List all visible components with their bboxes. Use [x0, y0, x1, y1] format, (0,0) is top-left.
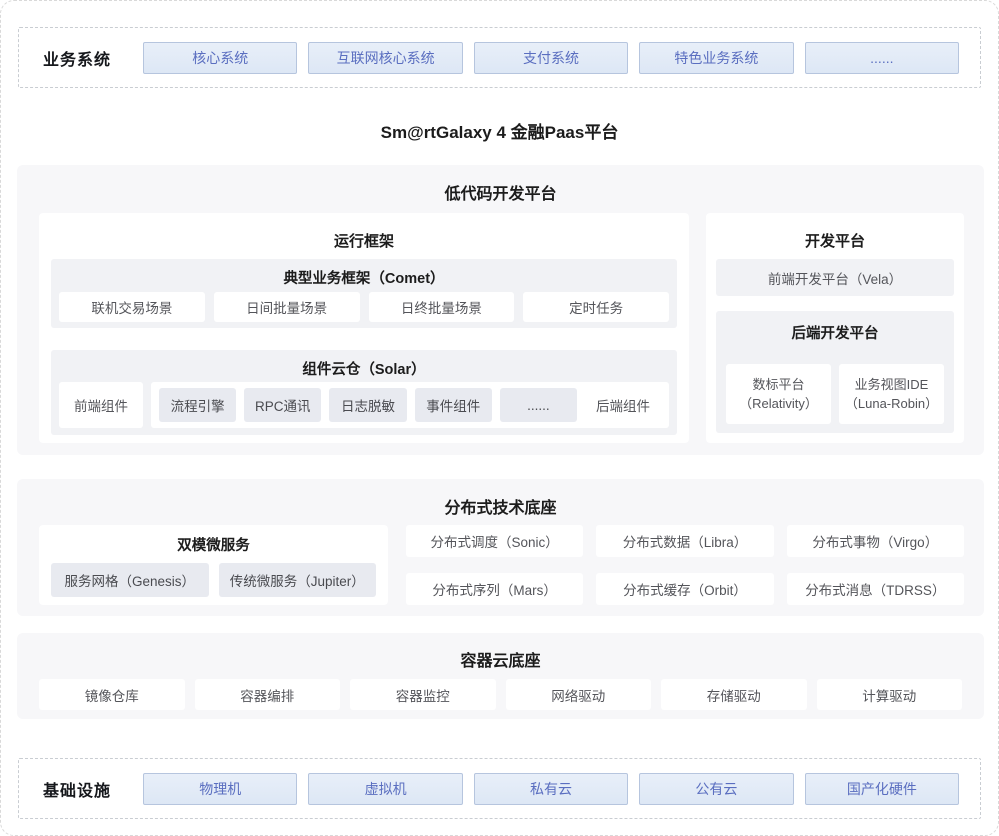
business-system-box-internet-core: 互联网核心系统 [308, 42, 462, 74]
genesis-service-mesh: 服务网格（Genesis） [51, 563, 209, 597]
runtime-framework-title: 运行框架 [39, 213, 689, 251]
business-system-box-more: ...... [805, 42, 959, 74]
storage-driver: 存储驱动 [661, 679, 807, 710]
business-system-box-special: 特色业务系统 [639, 42, 793, 74]
solar-frontend-component: 前端组件 [59, 382, 143, 428]
libra-distributed-data: 分布式数据（Libra） [596, 525, 773, 557]
comet-framework-title: 典型业务框架（Comet） [51, 259, 677, 288]
relativity-data-platform: 数标平台 （Relativity） [726, 364, 831, 424]
container-cloud-items: 镜像仓库 容器编排 容器监控 网络驱动 存储驱动 计算驱动 [39, 679, 962, 710]
business-system-box-core: 核心系统 [143, 42, 297, 74]
compute-driver: 计算驱动 [817, 679, 963, 710]
solar-backend-component: 后端组件 [585, 395, 661, 415]
infra-box-domestic-hardware: 国产化硬件 [805, 773, 959, 805]
container-orchestration: 容器编排 [195, 679, 341, 710]
backend-dev-items: 数标平台 （Relativity） 业务视图IDE （Luna-Robin） [726, 364, 944, 424]
solar-component-box: 组件云仓（Solar） 前端组件 流程引擎 RPC通讯 日志脱敏 事件组件 ..… [51, 350, 677, 435]
solar-pill-process-engine: 流程引擎 [159, 388, 236, 422]
relativity-line1: 数标平台 [752, 375, 804, 395]
comet-item-intraday-batch: 日间批量场景 [214, 292, 360, 322]
infra-box-private-cloud: 私有云 [474, 773, 628, 805]
architecture-diagram: 业务系统 核心系统 互联网核心系统 支付系统 特色业务系统 ...... Sm@… [0, 0, 999, 836]
solar-pill-rpc: RPC通讯 [244, 388, 321, 422]
luna-robin-line1: 业务视图IDE [855, 375, 929, 395]
lowcode-section: 低代码开发平台 运行框架 典型业务框架（Comet） 联机交易场景 日间批量场景… [17, 165, 984, 455]
container-monitoring: 容器监控 [350, 679, 496, 710]
business-system-box-payment: 支付系统 [474, 42, 628, 74]
mars-distributed-sequence: 分布式序列（Mars） [406, 573, 583, 605]
luna-robin-line2: （Luna-Robin） [845, 394, 938, 414]
infra-box-virtual-machine: 虚拟机 [308, 773, 462, 805]
image-registry: 镜像仓库 [39, 679, 185, 710]
comet-item-eod-batch: 日终批量场景 [369, 292, 515, 322]
solar-component-title: 组件云仓（Solar） [51, 350, 677, 379]
business-systems-boxes: 核心系统 互联网核心系统 支付系统 特色业务系统 ...... [143, 42, 980, 74]
infra-box-public-cloud: 公有云 [639, 773, 793, 805]
distributed-section: 分布式技术底座 双模微服务 服务网格（Genesis） 传统微服务（Jupite… [17, 479, 984, 616]
luna-robin-business-view-ide: 业务视图IDE （Luna-Robin） [839, 364, 944, 424]
lowcode-section-title: 低代码开发平台 [17, 165, 984, 204]
dual-mode-title: 双模微服务 [39, 525, 388, 555]
business-systems-label: 业务系统 [19, 46, 143, 70]
comet-item-scheduled-task: 定时任务 [523, 292, 669, 322]
orbit-distributed-cache: 分布式缓存（Orbit） [596, 573, 773, 605]
distributed-section-title: 分布式技术底座 [17, 479, 984, 518]
infrastructure-strip: 基础设施 物理机 虚拟机 私有云 公有云 国产化硬件 [18, 758, 981, 819]
sonic-distributed-scheduling: 分布式调度（Sonic） [406, 525, 583, 557]
jupiter-traditional-microservice: 传统微服务（Jupiter） [219, 563, 377, 597]
dev-platform-title: 开发平台 [706, 213, 964, 251]
relativity-line2: （Relativity） [739, 394, 818, 414]
solar-pill-event-component: 事件组件 [415, 388, 492, 422]
backend-dev-box: 后端开发平台 数标平台 （Relativity） 业务视图IDE （Luna-R… [716, 311, 954, 433]
comet-item-online-trade: 联机交易场景 [59, 292, 205, 322]
business-systems-strip: 业务系统 核心系统 互联网核心系统 支付系统 特色业务系统 ...... [18, 27, 981, 88]
solar-pill-more: ...... [500, 388, 577, 422]
infrastructure-label: 基础设施 [19, 777, 143, 801]
dual-mode-microservice-panel: 双模微服务 服务网格（Genesis） 传统微服务（Jupiter） [39, 525, 388, 605]
vela-frontend-dev-box: 前端开发平台（Vela） [716, 259, 954, 296]
solar-pill-log-masking: 日志脱敏 [329, 388, 406, 422]
comet-items-row: 联机交易场景 日间批量场景 日终批量场景 定时任务 [59, 292, 669, 322]
container-cloud-title: 容器云底座 [17, 633, 984, 671]
backend-dev-title: 后端开发平台 [716, 311, 954, 343]
dev-platform-panel: 开发平台 前端开发平台（Vela） 后端开发平台 数标平台 （Relativit… [706, 213, 964, 443]
comet-framework-box: 典型业务框架（Comet） 联机交易场景 日间批量场景 日终批量场景 定时任务 [51, 259, 677, 328]
dual-mode-items: 服务网格（Genesis） 传统微服务（Jupiter） [51, 563, 376, 597]
runtime-framework-panel: 运行框架 典型业务框架（Comet） 联机交易场景 日间批量场景 日终批量场景 … [39, 213, 689, 443]
solar-items-row: 前端组件 流程引擎 RPC通讯 日志脱敏 事件组件 ...... 后端组件 [59, 382, 669, 428]
infra-box-physical-machine: 物理机 [143, 773, 297, 805]
network-driver: 网络驱动 [506, 679, 652, 710]
distributed-grid: 分布式调度（Sonic） 分布式数据（Libra） 分布式事物（Virgo） 分… [406, 525, 964, 605]
virgo-distributed-transaction: 分布式事物（Virgo） [787, 525, 964, 557]
solar-pill-strip: 流程引擎 RPC通讯 日志脱敏 事件组件 ...... 后端组件 [151, 382, 669, 428]
platform-title: Sm@rtGalaxy 4 金融Paas平台 [1, 118, 998, 143]
container-cloud-section: 容器云底座 镜像仓库 容器编排 容器监控 网络驱动 存储驱动 计算驱动 [17, 633, 984, 719]
infrastructure-boxes: 物理机 虚拟机 私有云 公有云 国产化硬件 [143, 773, 980, 805]
tdrss-distributed-message: 分布式消息（TDRSS） [787, 573, 964, 605]
